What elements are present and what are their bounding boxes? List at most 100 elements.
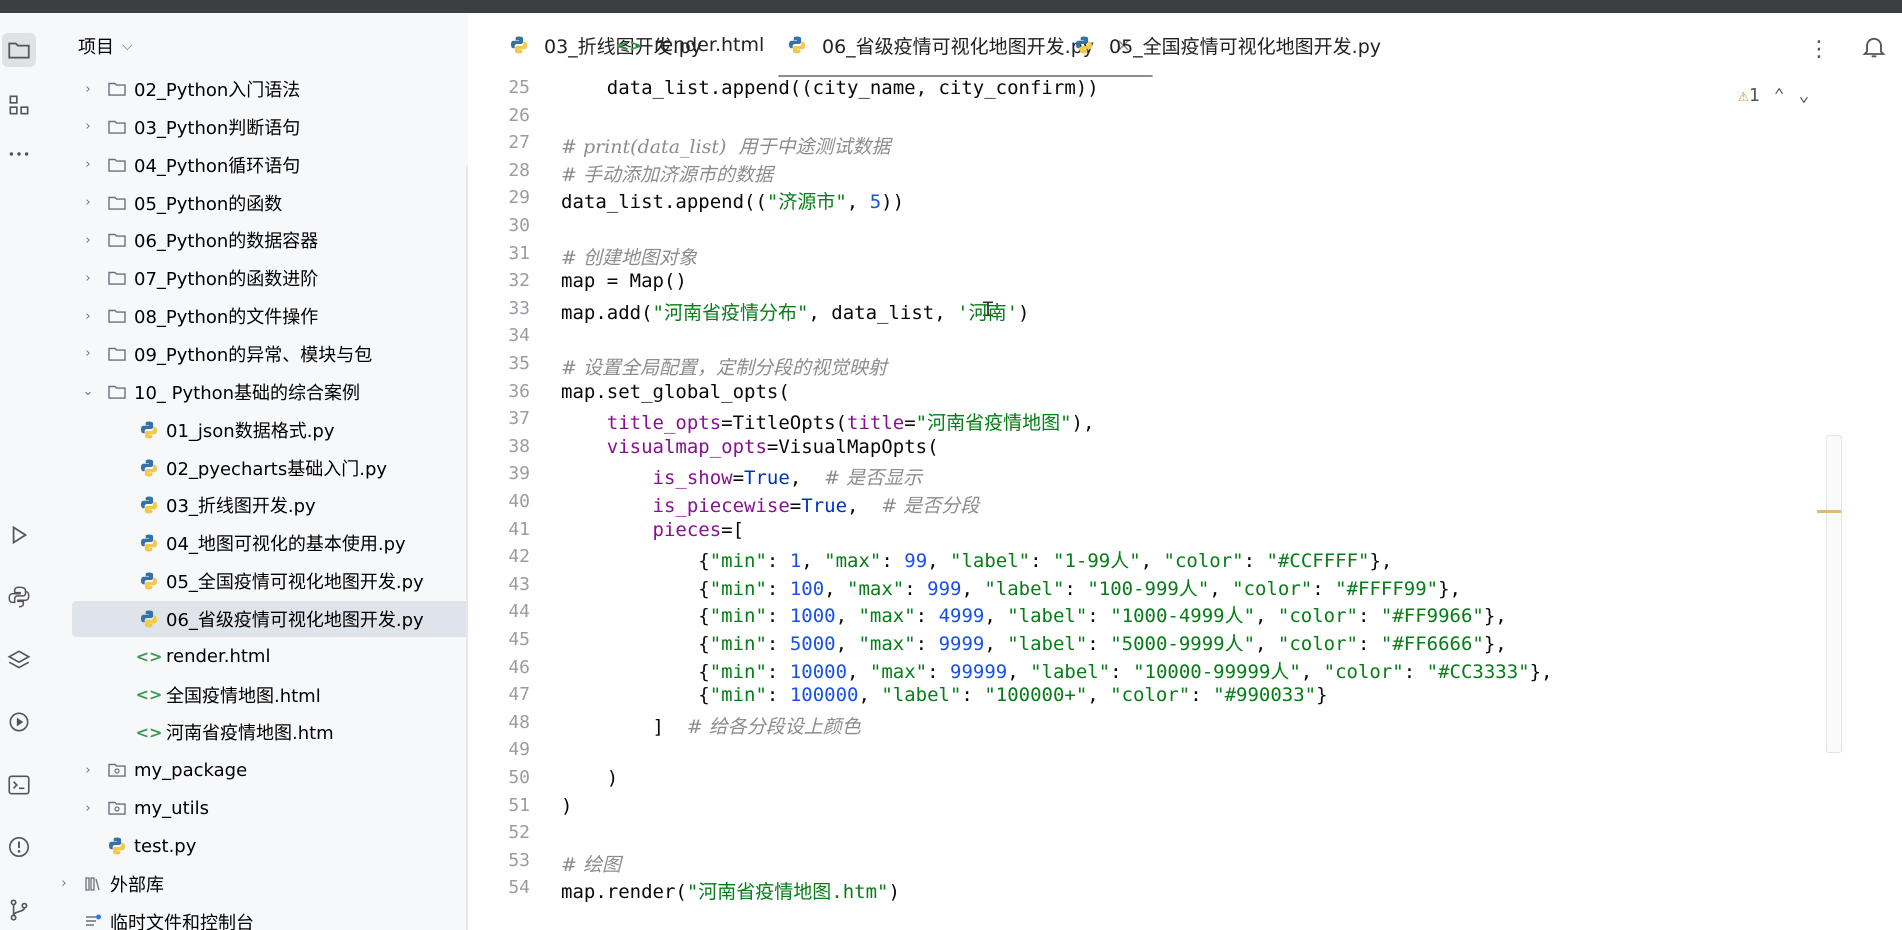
code-line[interactable]: visualmap_opts=VisualMapOpts( [561,436,939,458]
tree-item[interactable]: 04_地图可视化的基本使用.py [38,525,468,561]
html-file-icon: <> [135,647,163,667]
tree-item[interactable]: › 03_Python判断语句 [38,109,468,145]
tab-2[interactable]: <> render.html [616,13,765,77]
tree-item[interactable]: › 09_Python的异常、模块与包 [38,336,468,372]
tree-item[interactable]: › my_utils [38,790,468,826]
terminal-button[interactable] [2,768,36,802]
tree-item[interactable]: 02_pyecharts基础入门.py [38,450,468,486]
tree-item[interactable]: › 07_Python的函数进阶 [38,260,468,296]
chevron-right-icon[interactable]: › [80,119,96,134]
chevron-right-icon[interactable]: › [56,876,72,891]
git-button[interactable] [2,893,36,927]
chevron-right-icon[interactable]: › [80,195,96,210]
code-line[interactable]: map.add("河南省疫情分布", data_list, '河南') [561,298,1029,325]
code-line[interactable]: {"min": 1, "max": 99, "label": "1-99人", … [561,546,1392,573]
services-button[interactable] [2,705,36,739]
code-line[interactable]: {"min": 1000, "max": 4999, "label": "100… [561,601,1506,628]
code-line[interactable]: data_list.append(("济源市", 5)) [561,187,904,214]
code-line[interactable]: map.set_global_opts( [561,381,790,403]
run-button[interactable] [2,518,36,552]
tree-item[interactable]: 临时文件和控制台 [38,904,468,930]
tree-item[interactable]: 01_json数据格式.py [38,412,468,448]
structure-button[interactable] [2,88,36,122]
project-panel-header[interactable]: 项目 ⌵ [78,33,133,59]
chevron-right-icon[interactable]: › [80,82,96,97]
tree-item-label: 07_Python的函数进阶 [134,269,319,291]
chevron-right-icon[interactable]: › [80,346,96,361]
tree-item[interactable]: 03_折线图开发.py [38,487,468,523]
terminal-icon [8,775,30,795]
line-number: 36 [508,380,530,402]
code-line[interactable]: is_piecewise=True, # 是否分段 [561,491,980,518]
tree-item[interactable]: › 06_Python的数据容器 [38,222,468,258]
code-line[interactable]: {"min": 10000, "max": 99999, "label": "1… [561,657,1552,684]
line-number: 41 [508,518,530,540]
line-number: 45 [508,629,530,650]
problems-button[interactable] [2,830,36,864]
tree-item[interactable]: <> render.html [38,639,468,675]
chevron-right-icon[interactable]: › [80,271,96,286]
chevron-right-icon[interactable]: › [80,801,96,816]
tree-item[interactable]: › my_package [38,752,468,788]
layers-icon [7,650,31,669]
chevron-right-icon[interactable]: › [80,157,96,172]
code-editor[interactable]: ⚠1 ⌃ ⌄ Ｉ 25 data_list.append((city_name,… [468,77,1902,930]
notifications-button[interactable] [1860,33,1888,67]
bell-icon [1862,37,1886,58]
code-line[interactable]: map.render("河南省疫情地图.htm") [561,877,900,904]
python-packages-button[interactable] [2,643,36,677]
tree-item-label: 03_折线图开发.py [166,496,316,518]
tree-item[interactable]: ⌄ 10_ Python基础的综合案例 [38,374,468,410]
line-number: 38 [508,435,530,457]
code-line[interactable]: # 创建地图对象 [561,243,697,270]
line-number: 27 [508,132,530,154]
more-vertical-icon[interactable]: ⋮ [1808,37,1830,62]
code-line[interactable]: ) [561,795,572,817]
code-line[interactable]: title_opts=TitleOpts(title="河南省疫情地图"), [561,408,1095,435]
editor-scrollbar[interactable] [1817,435,1842,753]
more-tools-button[interactable] [2,137,36,171]
code-line[interactable]: is_show=True, # 是否显示 [561,463,923,490]
tree-item[interactable]: › 08_Python的文件操作 [38,298,468,334]
line-number: 43 [508,573,530,595]
tree-item[interactable]: 05_全国疫情可视化地图开发.py [38,563,468,599]
code-line[interactable]: map = Map() [561,270,687,292]
warning-icon: ⚠ [1738,85,1749,106]
code-line[interactable]: {"min": 100000, "label": "100000+", "col… [561,684,1327,706]
chevron-down-icon[interactable]: ⌄ [80,384,96,399]
tree-item[interactable]: › 05_Python的函数 [38,185,468,221]
tree-item-label: 06_省级疫情可视化地图开发.py [166,609,424,631]
tree-item[interactable]: test.py [38,828,468,864]
tab-4[interactable]: 05_全国疫情可视化地图开发.py [1073,13,1381,77]
code-line[interactable]: pieces=[ [561,519,745,541]
code-line[interactable]: # 绘图 [561,850,621,877]
code-line[interactable]: ] # 给各分段设上颜色 [561,712,861,739]
code-line[interactable]: # print(data_list) 用于中途测试数据 [561,132,891,159]
tree-item-label: 全国疫情地图.html [166,685,321,707]
project-view-button[interactable] [2,33,36,67]
chevron-right-icon[interactable]: › [80,233,96,248]
chevron-right-icon[interactable]: › [80,309,96,324]
warning-count: 1 [1748,85,1760,106]
chevron-right-icon[interactable]: › [80,763,96,778]
previous-highlight-icon[interactable]: ⌃ [1774,85,1785,106]
code-line[interactable]: {"min": 5000, "max": 9999, "label": "500… [561,629,1506,656]
code-line[interactable]: # 设置全局配置，定制分段的视觉映射 [561,353,887,380]
tree-item[interactable]: <> 全国疫情地图.html [38,677,468,713]
tool-window-strip [0,13,39,930]
next-highlight-icon[interactable]: ⌄ [1799,85,1810,106]
code-line[interactable]: data_list.append((city_name, city_confir… [561,77,1099,99]
tree-item[interactable]: › 02_Python入门语法 [38,71,468,107]
tree-item[interactable]: 06_省级疫情可视化地图开发.py [72,600,468,637]
library-icon [82,874,104,894]
line-number: 52 [508,822,530,844]
python-console-button[interactable] [2,580,36,614]
tree-item[interactable]: › 04_Python循环语句 [38,147,468,183]
code-line[interactable]: {"min": 100, "max": 999, "label": "100-9… [561,574,1461,601]
inspection-widget[interactable]: ⚠1 ⌃ ⌄ [1738,85,1809,106]
tree-item[interactable]: <> 河南省疫情地图.htm [38,714,468,750]
tree-item[interactable]: › 外部库 [38,866,468,902]
code-line[interactable]: ) [561,767,618,789]
code-line[interactable]: # 手动添加济源市的数据 [561,160,773,187]
line-number: 26 [508,104,530,126]
